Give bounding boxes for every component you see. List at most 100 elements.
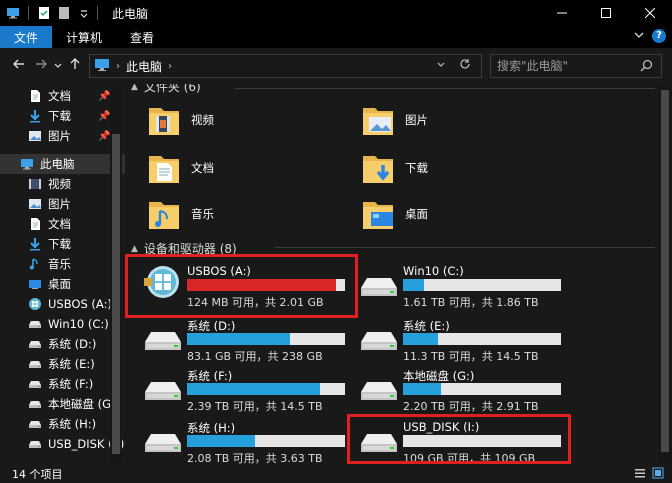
download-icon [28,237,42,251]
folders-section-title: 文件夹 (6) [143,84,201,94]
minimize-button[interactable] [540,0,584,26]
drive-icon [28,377,42,391]
sidebar-item-4[interactable]: 音乐 [0,254,125,274]
sidebar-item-7[interactable]: Win10 (C:) [0,314,125,334]
folder-item[interactable]: 文档 [147,148,214,187]
drive-item[interactable]: 系统 (D:) 83.1 GB 可用，共 238 GB [143,316,345,363]
search-icon[interactable] [640,59,653,75]
drive-usage-fill [403,279,424,291]
sidebar-item-1[interactable]: 图片 [0,194,125,214]
content-scrollbar-thumb[interactable] [661,90,669,452]
sidebar-item-9[interactable]: 系统 (E:) [0,354,125,374]
forward-button[interactable] [30,57,52,75]
sidebar-item-12[interactable]: 系统 (H:) [0,414,125,434]
drive-usage-bar [187,383,345,395]
folder-item[interactable]: 下载 [361,148,428,187]
sidebar-item-0[interactable]: 视频 [0,174,125,194]
collapse-chevron-icon[interactable]: ▲ [131,84,138,92]
drive-name: 本地磁盘 (G:) [403,369,475,383]
close-button[interactable] [628,0,672,26]
address-bar[interactable]: › 此电脑 › [89,54,482,78]
drive-name: 系统 (F:) [187,369,233,383]
drive-item[interactable]: 系统 (H:) 2.08 TB 可用，共 3.63 TB [143,418,345,464]
music-icon [28,257,42,271]
navigation-pane: 文档 📌 下载 📌 图片 📌 此电脑 视频 图片 文档 下载 音乐 桌面 USB… [0,84,125,464]
collapse-chevron-icon[interactable]: ▲ [131,244,138,254]
sidebar-item-5[interactable]: 桌面 [0,274,125,294]
sidebar-item-label: 系统 (F:) [48,377,94,391]
title-bar: 此电脑 [0,0,672,26]
drive-item[interactable]: Win10 (C:) 1.61 TB 可用，共 1.86 TB [359,262,561,309]
picture-icon [28,197,42,211]
drive-icon [28,437,42,451]
help-icon[interactable]: ? [652,29,666,43]
document-icon [28,89,42,103]
drive-icon [28,397,42,411]
drive-usage-fill [403,383,441,395]
folder-item[interactable]: 音乐 [147,194,214,233]
ribbon-tabs: 文件 计算机 查看 ? [0,26,672,48]
drive-icon [28,317,42,331]
sidebar-item-2[interactable]: 文档 [0,214,125,234]
properties-icon[interactable] [37,6,51,20]
details-view-icon[interactable] [634,467,646,482]
sidebar-item-this-pc[interactable]: 此电脑 [0,154,125,174]
section-divider [235,88,655,89]
folder-label: 视频 [191,112,214,127]
folder-label: 桌面 [405,206,428,221]
drive-item[interactable]: 系统 (E:) 11.3 TB 可用，共 14.5 TB [359,316,561,363]
breadcrumb-separator-icon[interactable]: › [116,61,120,72]
drive-usage-bar [403,333,561,345]
drive-space-info: 1.61 TB 可用，共 1.86 TB [403,296,539,309]
drive-usage-fill [187,333,290,345]
refresh-icon[interactable] [459,58,471,74]
item-count: 14 个项目 [12,467,63,481]
pin-icon[interactable]: 📌 [98,111,110,122]
up-button[interactable] [64,57,86,75]
sidebar-item-label: 图片 [48,197,71,211]
drive-item[interactable]: 本地磁盘 (G:) 2.20 TB 可用，共 2.91 TB [359,366,561,413]
breadcrumb-chevron-icon[interactable]: › [168,61,172,72]
sidebar-item-6[interactable]: USBOS (A:) [0,294,125,314]
document-icon [28,217,42,231]
sidebar-item-11[interactable]: 本地磁盘 (G:) [0,394,125,414]
sidebar-item-quick-1[interactable]: 下载 📌 [0,106,125,126]
sidebar-item-label: 音乐 [48,257,71,271]
customize-toolbar-icon[interactable] [77,6,91,20]
sidebar-item-label: 下载 [48,237,71,251]
search-input[interactable] [497,59,637,73]
sidebar-item-13[interactable]: USB_DISK (I:) [0,434,125,454]
pin-icon[interactable]: 📌 [98,131,110,142]
folder-item[interactable]: 桌面 [361,194,428,233]
drive-usage-bar [187,435,345,447]
folder-item[interactable]: 视频 [147,100,214,139]
maximize-button[interactable] [584,0,628,26]
recent-locations-button[interactable] [52,58,64,74]
drive-item[interactable]: 系统 (F:) 2.39 TB 可用，共 14.5 TB [143,366,345,413]
sidebar-item-10[interactable]: 系统 (F:) [0,374,125,394]
tiles-view-icon[interactable] [652,467,664,482]
pin-icon[interactable]: 📌 [98,91,110,102]
drive-name: 系统 (H:) [187,421,236,435]
sidebar-item-quick-2[interactable]: 图片 📌 [0,126,125,146]
video-icon [28,177,42,191]
tab-view[interactable]: 查看 [116,26,168,48]
search-box[interactable] [490,54,662,78]
sidebar-scrollbar-thumb[interactable] [112,134,120,454]
drive-icon [28,417,42,431]
drive-icon [359,378,399,407]
back-button[interactable] [8,57,30,75]
tab-computer[interactable]: 计算机 [52,26,116,48]
new-folder-icon[interactable] [57,6,71,20]
address-dropdown-icon[interactable] [437,61,445,72]
sidebar-item-label: 下载 [48,109,71,123]
drive-space-info: 2.39 TB 可用，共 14.5 TB [187,400,323,413]
folders-section-header[interactable]: ▲ 文件夹 (6) [131,84,201,95]
breadcrumb-this-pc[interactable]: 此电脑 [126,58,162,75]
folder-item[interactable]: 图片 [361,100,428,139]
expand-ribbon-icon[interactable] [634,29,644,43]
sidebar-item-3[interactable]: 下载 [0,234,125,254]
sidebar-item-quick-0[interactable]: 文档 📌 [0,86,125,106]
sidebar-item-8[interactable]: 系统 (D:) [0,334,125,354]
tab-file[interactable]: 文件 [0,26,53,48]
